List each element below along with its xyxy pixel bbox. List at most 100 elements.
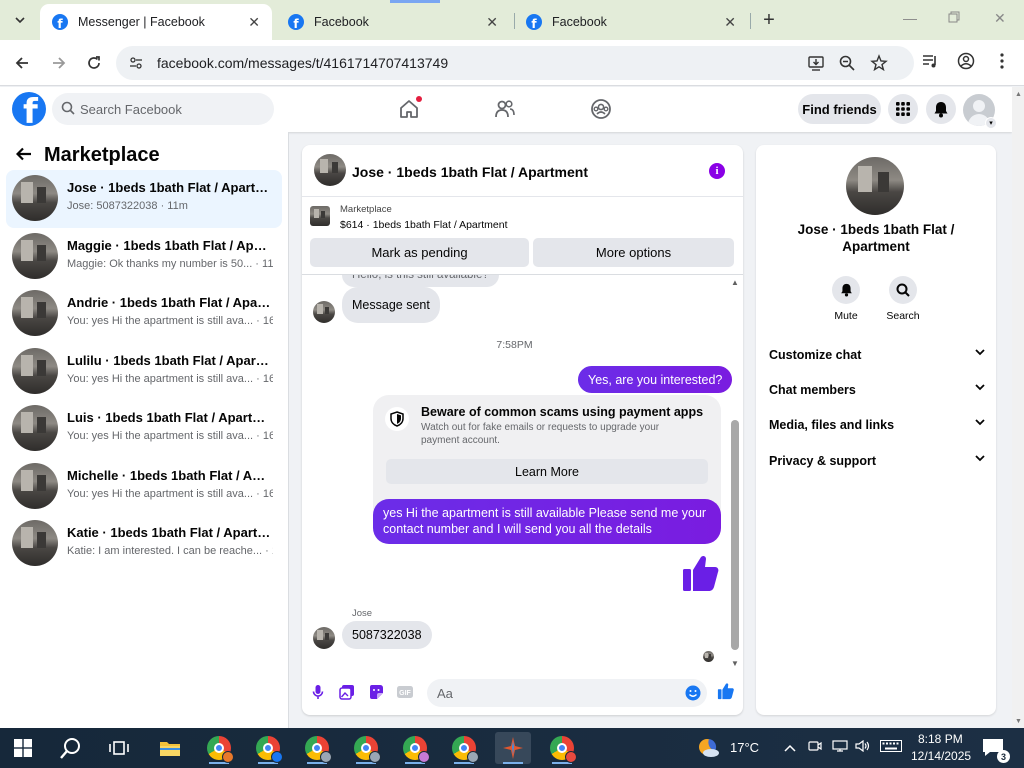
menu-button[interactable] — [888, 94, 918, 124]
chrome-taskbar-button[interactable] — [446, 732, 482, 764]
chat-title[interactable]: Jose · 1beds 1bath Flat / Apartment — [352, 164, 588, 180]
task-view-button[interactable] — [101, 732, 137, 764]
conversation-preview: You: yes Hi the apartment is still ava..… — [67, 315, 273, 327]
listing-thumbnail[interactable] — [310, 206, 330, 226]
chrome-taskbar-button[interactable] — [544, 732, 580, 764]
tab-drag-highlight — [390, 0, 440, 3]
keyboard-icon[interactable] — [880, 740, 902, 755]
conversation-item[interactable]: Maggie · 1beds 1bath Flat / Apart... Mag… — [6, 228, 282, 286]
start-button[interactable] — [5, 732, 41, 764]
listing-price[interactable]: $614 · 1beds 1bath Flat / Apartment — [340, 219, 508, 231]
install-app-icon[interactable] — [807, 54, 825, 72]
forward-button[interactable] — [48, 52, 70, 74]
more-options-button[interactable]: More options — [533, 238, 734, 267]
chrome-taskbar-button[interactable] — [201, 732, 237, 764]
back-arrow-icon[interactable] — [15, 145, 32, 166]
customize-chat-section[interactable]: Customize chat — [769, 348, 985, 368]
chat-avatar[interactable] — [314, 154, 346, 186]
conversation-name: Jose · 1beds 1bath Flat / Apartment — [67, 180, 273, 195]
back-button[interactable] — [11, 52, 33, 74]
media-files-links-section[interactable]: Media, files and links — [769, 418, 985, 438]
page-scrollbar[interactable]: ▲ ▼ — [1012, 87, 1024, 728]
info-icon[interactable]: i — [709, 163, 725, 179]
chrome-taskbar-button[interactable] — [250, 732, 286, 764]
search-in-chat-button[interactable]: Search — [873, 276, 933, 322]
new-tab-button[interactable]: + — [758, 9, 780, 31]
tab-search-button[interactable] — [6, 7, 34, 33]
scroll-down-icon[interactable]: ▼ — [731, 659, 739, 668]
chrome-icon — [256, 736, 283, 763]
meet-icon[interactable] — [808, 740, 822, 755]
clock-date[interactable]: 12/14/2025 — [911, 749, 971, 763]
close-window-button[interactable]: ✕ — [994, 10, 1006, 27]
nav-groups[interactable] — [587, 95, 615, 123]
conversation-item[interactable]: Andrie · 1beds 1bath Flat / Apartm... Yo… — [6, 285, 282, 343]
clock-time[interactable]: 8:18 PM — [918, 732, 963, 746]
listing-thumbnail — [12, 175, 58, 221]
sender-avatar — [313, 301, 335, 323]
reload-button[interactable] — [83, 52, 105, 74]
minimize-button[interactable]: — — [903, 10, 917, 26]
scroll-up-icon[interactable]: ▲ — [1015, 91, 1022, 98]
chat-members-section[interactable]: Chat members — [769, 383, 985, 403]
tab-messenger[interactable]: f Messenger | Facebook ✕ — [40, 4, 272, 40]
chrome-taskbar-button[interactable] — [397, 732, 433, 764]
search-input[interactable] — [80, 93, 266, 125]
site-settings-icon[interactable] — [128, 55, 144, 71]
chat-scrollbar[interactable]: ▲ ▼ — [729, 278, 742, 668]
close-tab-icon[interactable]: ✕ — [248, 14, 260, 31]
sticker-icon[interactable] — [367, 683, 385, 701]
conversation-item[interactable]: Katie · 1beds 1bath Flat / Apartment Kat… — [6, 515, 282, 573]
profile-icon[interactable] — [957, 52, 975, 70]
conversation-item[interactable]: Luis · 1beds 1bath Flat / Apartment You:… — [6, 400, 282, 458]
gif-icon[interactable]: GIF — [396, 683, 414, 701]
chevron-up-icon[interactable] — [784, 740, 796, 755]
message-input[interactable] — [437, 679, 677, 707]
conversation-item[interactable]: Michelle · 1beds 1bath Flat / Apart... Y… — [6, 458, 282, 516]
weather-temperature[interactable]: 17°C — [730, 740, 759, 755]
close-tab-icon[interactable]: ✕ — [724, 14, 736, 31]
sidebar-header: Marketplace — [15, 144, 160, 167]
find-friends-button[interactable]: Find friends — [798, 94, 881, 124]
scrollbar-thumb[interactable] — [731, 420, 739, 650]
search-icon — [61, 101, 75, 115]
chrome-taskbar-button[interactable] — [348, 732, 384, 764]
scroll-up-icon[interactable]: ▲ — [731, 278, 739, 287]
weather-icon[interactable] — [697, 737, 721, 759]
photo-icon[interactable] — [338, 683, 356, 701]
mute-button[interactable]: Mute — [816, 276, 876, 322]
volume-icon[interactable] — [855, 739, 871, 755]
conversation-item[interactable]: Jose · 1beds 1bath Flat / Apartment Jose… — [6, 170, 282, 228]
tab-facebook-2[interactable]: f Facebook ✕ — [514, 4, 748, 40]
zoom-icon[interactable] — [838, 54, 856, 72]
conversation-item[interactable]: Lulilu · 1beds 1bath Flat / Apartment Yo… — [6, 343, 282, 401]
tab-facebook-1[interactable]: f Facebook ✕ — [276, 4, 510, 40]
microphone-icon[interactable] — [309, 683, 327, 701]
file-explorer-button[interactable] — [152, 732, 188, 764]
notifications-button[interactable] — [926, 94, 956, 124]
listing-avatar[interactable] — [846, 157, 904, 215]
kebab-menu-icon[interactable] — [993, 52, 1011, 70]
account-chevron-icon[interactable]: ▾ — [985, 117, 997, 129]
restore-button[interactable] — [948, 10, 960, 26]
close-tab-icon[interactable]: ✕ — [486, 14, 498, 31]
facebook-logo[interactable]: f — [12, 92, 46, 126]
learn-more-button[interactable]: Learn More — [386, 459, 708, 484]
network-icon[interactable] — [832, 740, 848, 755]
media-control-icon[interactable] — [921, 52, 939, 70]
facebook-search[interactable] — [52, 93, 274, 125]
omnibox[interactable]: facebook.com/messages/t/4161714707413749 — [116, 46, 914, 80]
send-like-icon[interactable] — [717, 682, 735, 700]
chrome-taskbar-button[interactable] — [299, 732, 335, 764]
emoji-icon[interactable] — [685, 685, 701, 701]
app-taskbar-button[interactable] — [495, 732, 531, 764]
nav-friends[interactable] — [491, 95, 519, 123]
chevron-down-icon — [975, 418, 985, 429]
message-input-box[interactable] — [427, 679, 707, 707]
scroll-down-icon[interactable]: ▼ — [1015, 718, 1022, 725]
grid-menu-icon — [896, 102, 910, 116]
bookmark-star-icon[interactable] — [870, 54, 888, 72]
taskbar-search-button[interactable] — [53, 732, 89, 764]
privacy-support-section[interactable]: Privacy & support — [769, 454, 985, 474]
mark-as-pending-button[interactable]: Mark as pending — [310, 238, 529, 267]
